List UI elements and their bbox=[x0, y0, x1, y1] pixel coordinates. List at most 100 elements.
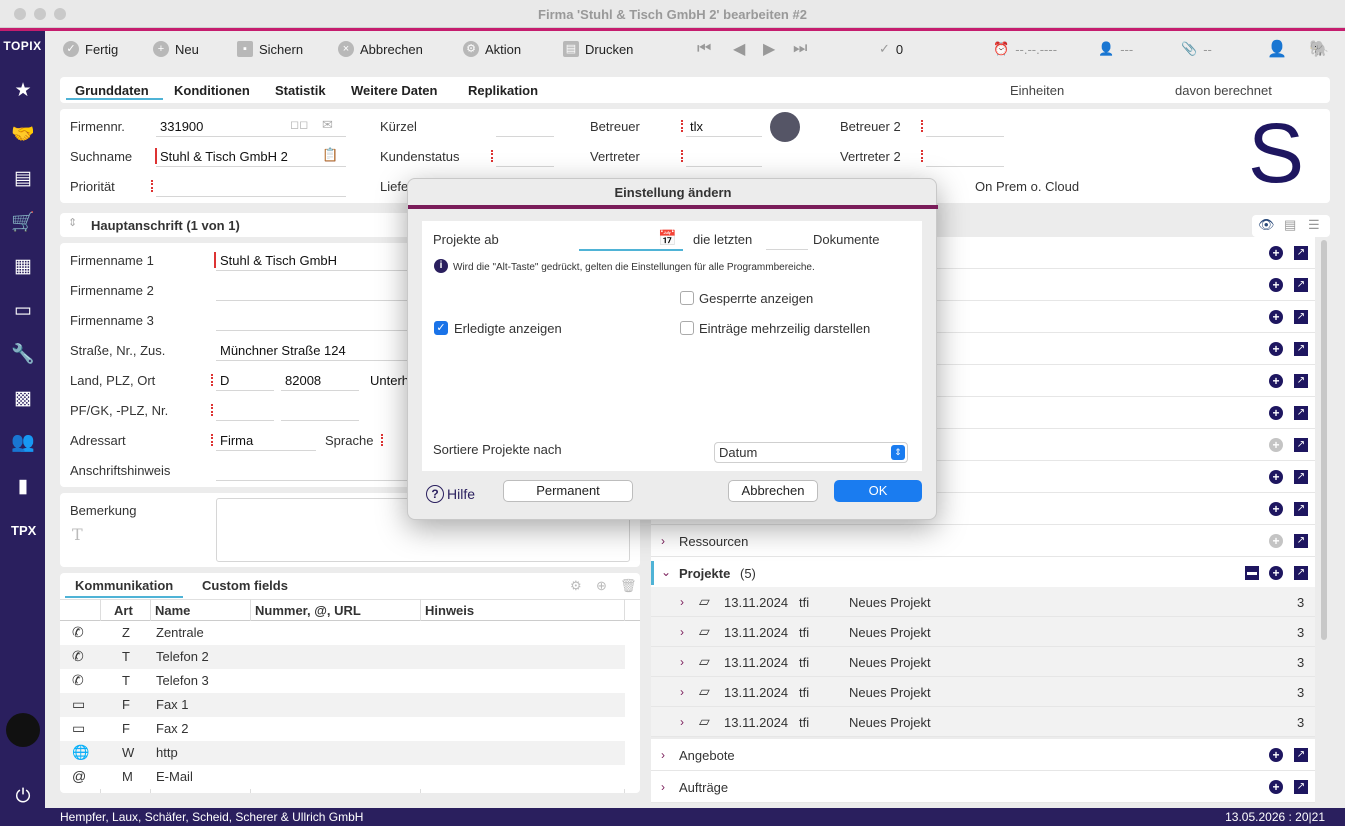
chevron-right-icon[interactable]: › bbox=[680, 655, 684, 669]
sort-select[interactable]: Datum ⇕ bbox=[714, 442, 908, 463]
add-icon[interactable]: + bbox=[1269, 438, 1283, 452]
project-row[interactable]: › ▱ 13.11.2024 tfi Neues Projekt 3 bbox=[651, 677, 1315, 707]
open-external-icon[interactable]: ↗ bbox=[1294, 566, 1308, 580]
add-icon[interactable]: + bbox=[1269, 246, 1283, 260]
komm-row[interactable]: ✆ T Telefon 2 bbox=[60, 645, 625, 669]
person-icon[interactable]: 👤 bbox=[1267, 39, 1287, 59]
archive-icon[interactable]: ▭ bbox=[11, 299, 35, 323]
chevron-right-icon[interactable]: › bbox=[680, 715, 684, 729]
right-scrollbar[interactable] bbox=[1321, 240, 1327, 640]
strasse-field[interactable]: Münchner Straße 124 bbox=[220, 343, 346, 358]
gear-icon[interactable]: ⚙ bbox=[570, 578, 582, 594]
add-icon[interactable]: + bbox=[1269, 310, 1283, 324]
section-angebote[interactable]: › Angebote + ↗ bbox=[651, 739, 1315, 771]
project-row[interactable]: › ▱ 13.11.2024 tfi Neues Projekt 3 bbox=[651, 587, 1315, 617]
open-external-icon[interactable]: ↗ bbox=[1294, 246, 1308, 260]
open-external-icon[interactable]: ↗ bbox=[1294, 780, 1308, 794]
avatar[interactable] bbox=[6, 713, 40, 747]
calculator-icon[interactable]: ▩ bbox=[11, 387, 35, 411]
komm-row[interactable]: ▭ F Fax 1 bbox=[60, 693, 625, 717]
add-icon[interactable]: + bbox=[1269, 342, 1283, 356]
trash-icon[interactable]: 🗑 bbox=[620, 578, 637, 594]
project-row[interactable]: › ▱ 13.11.2024 tfi Neues Projekt 3 bbox=[651, 647, 1315, 677]
mail-icon[interactable]: ✉ bbox=[322, 117, 333, 133]
text-format-icon[interactable]: T bbox=[72, 525, 83, 544]
add-icon[interactable]: + bbox=[1269, 278, 1283, 292]
prev-record-button[interactable]: ◀ bbox=[733, 39, 745, 59]
aktion-button[interactable]: ⚙ Aktion bbox=[463, 39, 521, 59]
dialog-cancel-button[interactable]: Abbrechen bbox=[728, 480, 818, 502]
land-field[interactable]: D bbox=[220, 373, 229, 388]
open-external-icon[interactable]: ↗ bbox=[1294, 342, 1308, 356]
komm-row[interactable]: 🌐 Whttp bbox=[60, 741, 625, 765]
komm-row[interactable]: ✆ Z Zentrale bbox=[60, 621, 625, 645]
cart-icon[interactable]: 🛒 bbox=[11, 211, 35, 235]
wrench-icon[interactable]: 🔧 bbox=[11, 343, 35, 367]
add-icon[interactable]: ⊕ bbox=[596, 578, 607, 594]
document-icon[interactable]: ▤ bbox=[11, 167, 35, 191]
firmenname1-field[interactable]: Stuhl & Tisch GmbH bbox=[220, 253, 337, 268]
komm-row[interactable]: @ M E-Mail bbox=[60, 765, 625, 789]
add-icon[interactable]: + bbox=[1269, 406, 1283, 420]
open-external-icon[interactable]: ↗ bbox=[1294, 534, 1308, 548]
mehrzeilig-checkbox[interactable] bbox=[680, 321, 694, 335]
open-external-icon[interactable]: ↗ bbox=[1294, 406, 1308, 420]
open-external-icon[interactable]: ↗ bbox=[1294, 374, 1308, 388]
reminder-date[interactable]: ⏰ --.--.---- bbox=[993, 39, 1057, 59]
chevron-right-icon[interactable]: › bbox=[680, 595, 684, 609]
open-external-icon[interactable]: ↗ bbox=[1294, 502, 1308, 516]
link-icon[interactable]: ◻◻ bbox=[290, 118, 308, 131]
hilfe-button[interactable]: ? Hilfe bbox=[426, 485, 475, 503]
open-external-icon[interactable]: ↗ bbox=[1294, 438, 1308, 452]
sort-icon[interactable]: ⇕ bbox=[68, 216, 77, 229]
add-icon[interactable]: + bbox=[1269, 502, 1283, 516]
last-record-button[interactable]: ⏭ bbox=[793, 39, 807, 59]
col-art[interactable]: Art bbox=[114, 603, 133, 618]
betreuer-field[interactable]: tlx bbox=[690, 119, 703, 134]
attachment-field[interactable]: 📎 -- bbox=[1181, 39, 1212, 59]
col-name[interactable]: Name bbox=[155, 603, 190, 618]
chevron-right-icon[interactable]: › bbox=[661, 534, 665, 548]
komm-row[interactable]: ▭ F Fax 2 bbox=[60, 717, 625, 741]
calendar-icon[interactable]: 📅 bbox=[658, 229, 677, 247]
drucken-button[interactable]: ▤ Drucken bbox=[563, 39, 633, 59]
suchname-field[interactable]: Stuhl & Tisch GmbH 2 bbox=[160, 149, 288, 164]
tab-statistik[interactable]: Statistik bbox=[275, 83, 326, 98]
warehouse-icon[interactable]: ▦ bbox=[11, 255, 35, 279]
power-icon[interactable]: ⏻ bbox=[11, 785, 35, 809]
komm-row[interactable]: ✆ T Telefon 3 bbox=[60, 669, 625, 693]
open-external-icon[interactable]: ↗ bbox=[1294, 748, 1308, 762]
chevron-right-icon[interactable]: › bbox=[661, 748, 665, 762]
firmennr-field[interactable]: 331900 bbox=[160, 119, 203, 134]
open-external-icon[interactable]: ↗ bbox=[1294, 310, 1308, 324]
col-nummer[interactable]: Nummer, @, URL bbox=[255, 603, 361, 618]
handshake-icon[interactable]: 🤝 bbox=[11, 123, 35, 147]
section-auftraege[interactable]: › Aufträge + ↗ bbox=[651, 771, 1315, 803]
col-hinweis[interactable]: Hinweis bbox=[425, 603, 474, 618]
tab-kommunikation[interactable]: Kommunikation bbox=[75, 578, 173, 593]
chevron-right-icon[interactable]: › bbox=[680, 625, 684, 639]
open-external-icon[interactable]: ↗ bbox=[1294, 470, 1308, 484]
add-icon[interactable]: + bbox=[1269, 534, 1283, 548]
archive-icon[interactable]: ▬ bbox=[1245, 566, 1259, 580]
tab-replikation[interactable]: Replikation bbox=[468, 83, 538, 98]
erledigte-checkbox[interactable]: ✓ bbox=[434, 321, 448, 335]
user-field[interactable]: 👤 --- bbox=[1098, 39, 1133, 59]
abbrechen-button[interactable]: × Abbrechen bbox=[338, 39, 423, 59]
chevron-down-icon[interactable]: ⌄ bbox=[661, 565, 671, 579]
people-icon[interactable]: 👥 bbox=[11, 431, 35, 455]
open-external-icon[interactable]: ↗ bbox=[1294, 278, 1308, 292]
add-icon[interactable]: + bbox=[1269, 470, 1283, 484]
tab-custom-fields[interactable]: Custom fields bbox=[202, 578, 288, 593]
section-projekte[interactable]: ⌄ Projekte (5) ▬ + ↗ bbox=[651, 557, 1315, 589]
fertig-button[interactable]: ✓ Fertig bbox=[63, 39, 118, 59]
add-icon[interactable]: + bbox=[1269, 780, 1283, 794]
add-icon[interactable]: + bbox=[1269, 374, 1283, 388]
ok-button[interactable]: OK bbox=[834, 480, 922, 502]
tpx-icon[interactable]: TPX bbox=[11, 519, 36, 543]
tab-weitere-daten[interactable]: Weitere Daten bbox=[351, 83, 437, 98]
eye-icon[interactable]: 👁 bbox=[1258, 217, 1275, 233]
star-icon[interactable]: ★ bbox=[11, 79, 35, 103]
add-icon[interactable]: + bbox=[1269, 748, 1283, 762]
tab-konditionen[interactable]: Konditionen bbox=[174, 83, 250, 98]
